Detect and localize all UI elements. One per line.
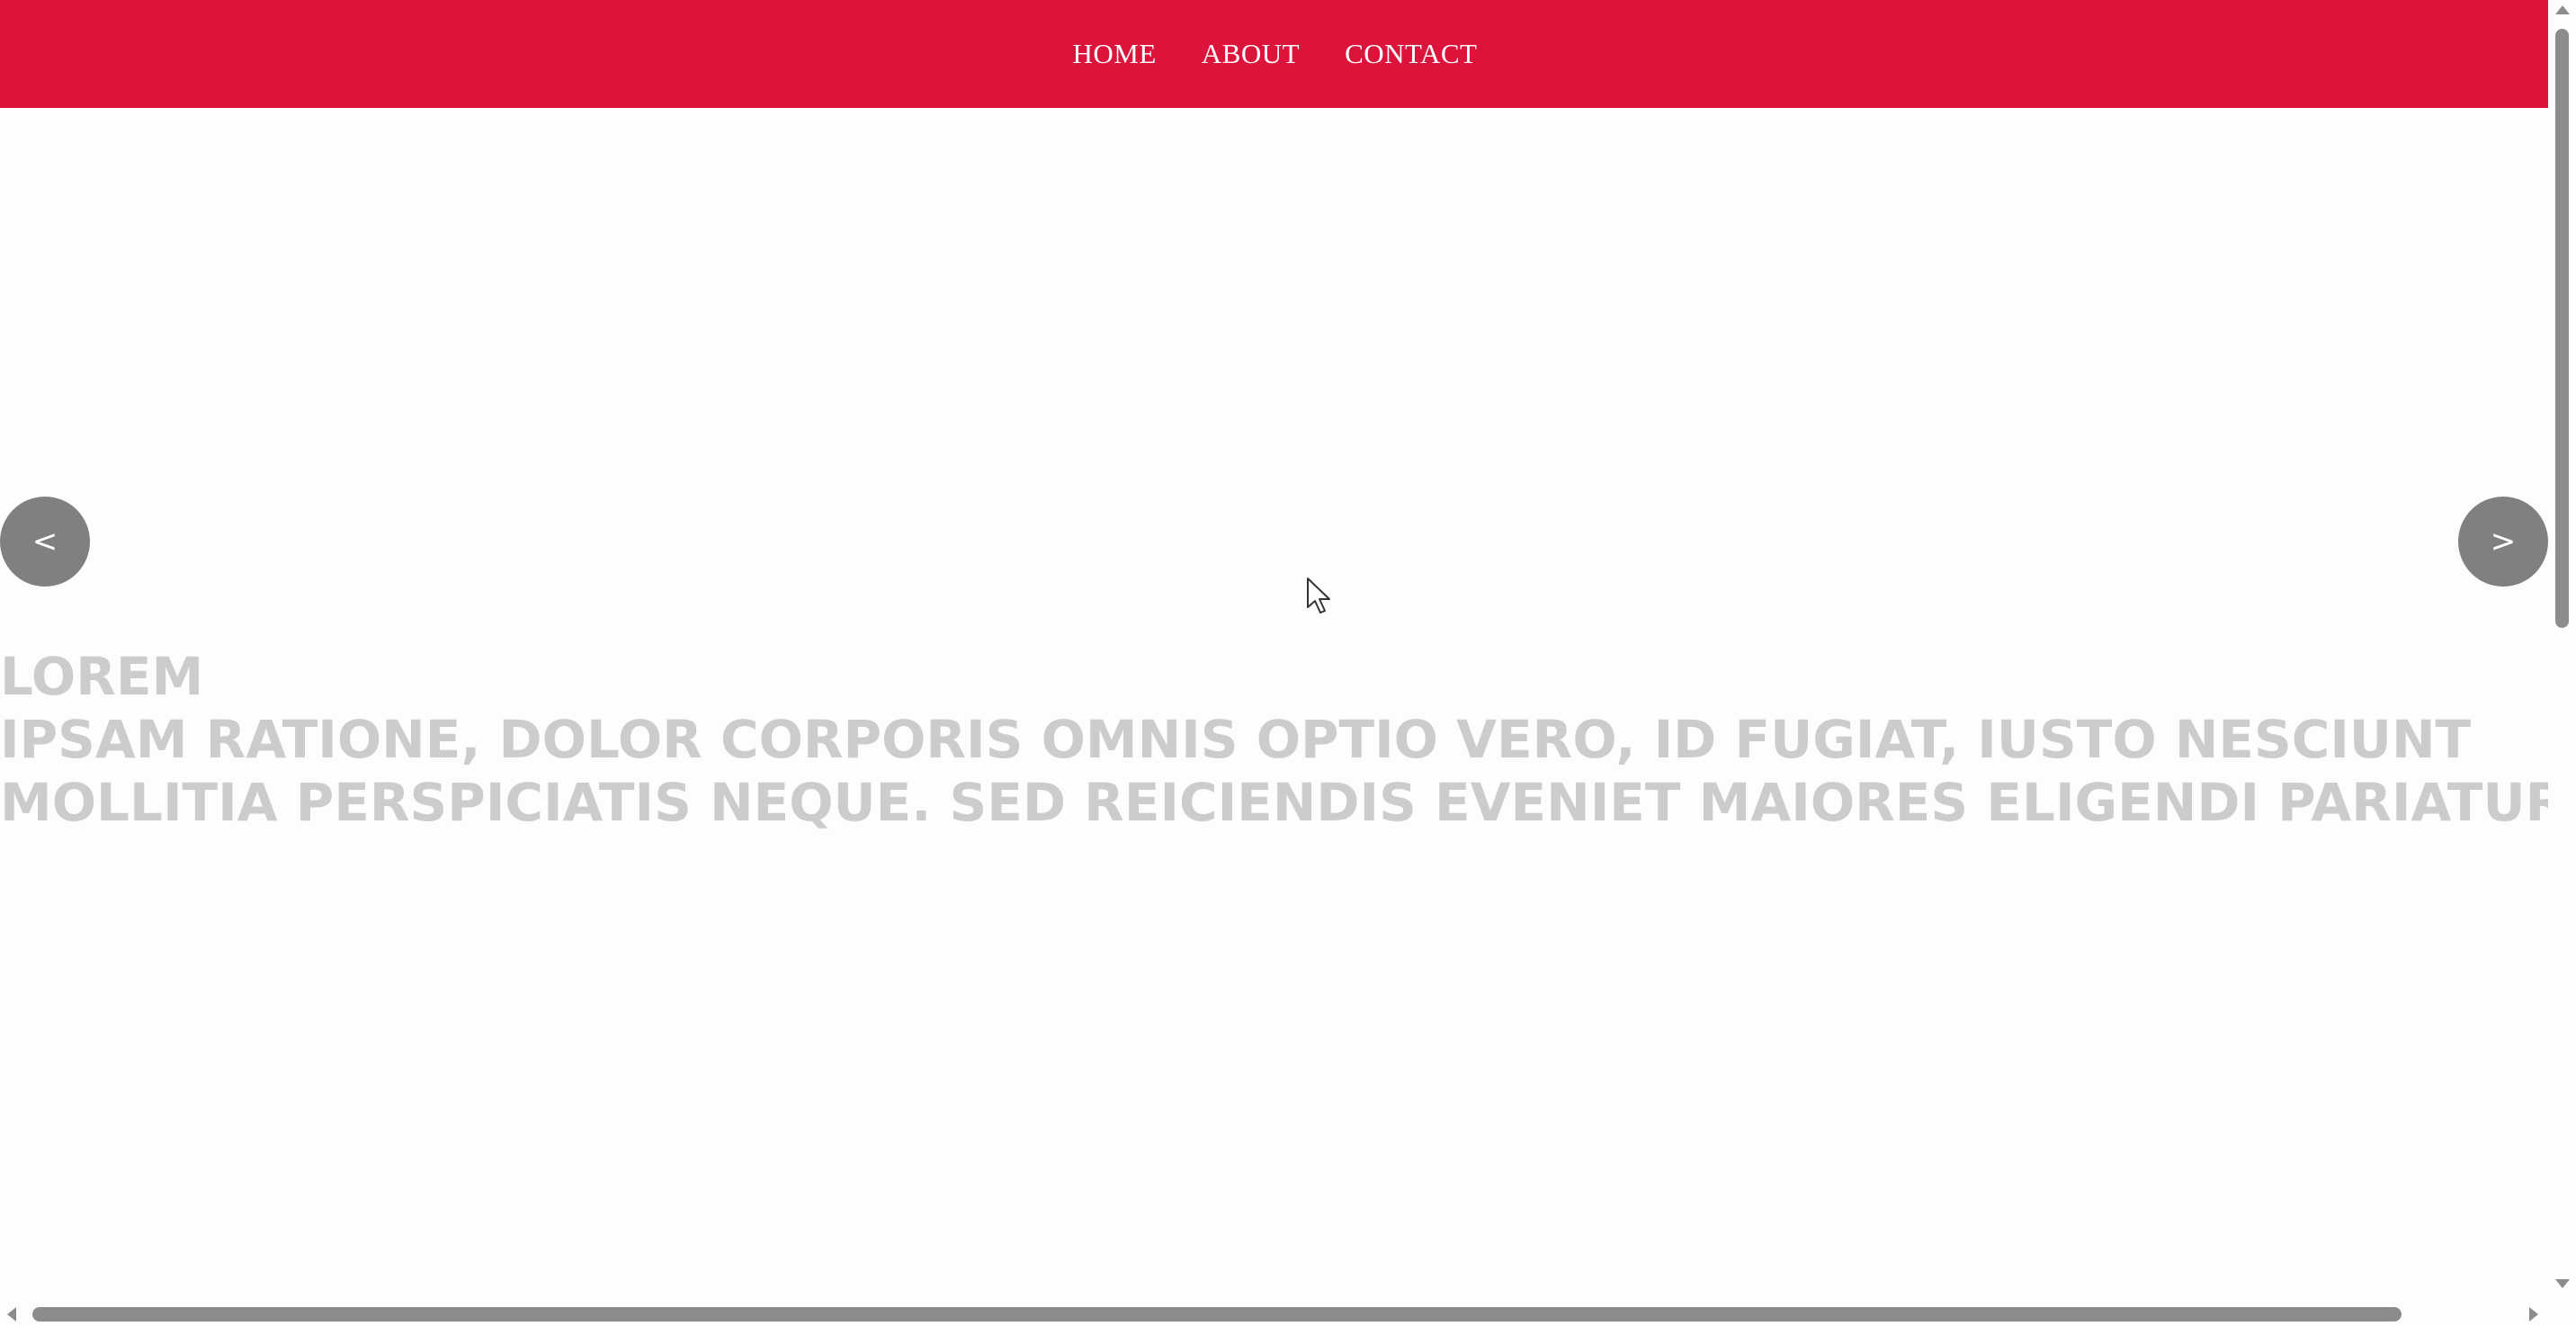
slider: LOREM IPSAM RATIONE, DOLOR CORPORIS OMNI… xyxy=(0,108,2548,1301)
horizontal-scrollbar-thumb[interactable] xyxy=(32,1307,2402,1322)
nav-link-about[interactable]: ABOUT xyxy=(1202,38,1300,70)
arrow-left-icon[interactable] xyxy=(7,1307,16,1322)
horizontal-scrollbar[interactable] xyxy=(0,1301,2548,1326)
vertical-scrollbar[interactable] xyxy=(2548,0,2576,1301)
nav-links: HOME ABOUT CONTACT xyxy=(1073,38,1478,70)
slide-content: LOREM IPSAM RATIONE, DOLOR CORPORIS OMNI… xyxy=(0,645,2548,834)
top-navbar: HOME ABOUT CONTACT xyxy=(0,0,2548,108)
arrow-down-icon[interactable] xyxy=(2555,1279,2570,1288)
nav-link-contact[interactable]: CONTACT xyxy=(1345,38,1477,70)
arrow-right-icon[interactable] xyxy=(2529,1307,2538,1322)
scrollbar-corner xyxy=(2548,1301,2576,1326)
arrow-up-icon[interactable] xyxy=(2555,5,2570,14)
mouse-pointer-icon xyxy=(1307,578,1330,614)
slide-title: LOREM xyxy=(0,646,204,707)
vertical-scrollbar-thumb[interactable] xyxy=(2555,29,2569,628)
slider-prev-button[interactable]: < xyxy=(0,497,90,587)
nav-link-home[interactable]: HOME xyxy=(1073,38,1157,70)
slide-body-text: IPSAM RATIONE, DOLOR CORPORIS OMNIS OPTI… xyxy=(0,709,2548,833)
slider-next-button[interactable]: > xyxy=(2458,497,2548,587)
